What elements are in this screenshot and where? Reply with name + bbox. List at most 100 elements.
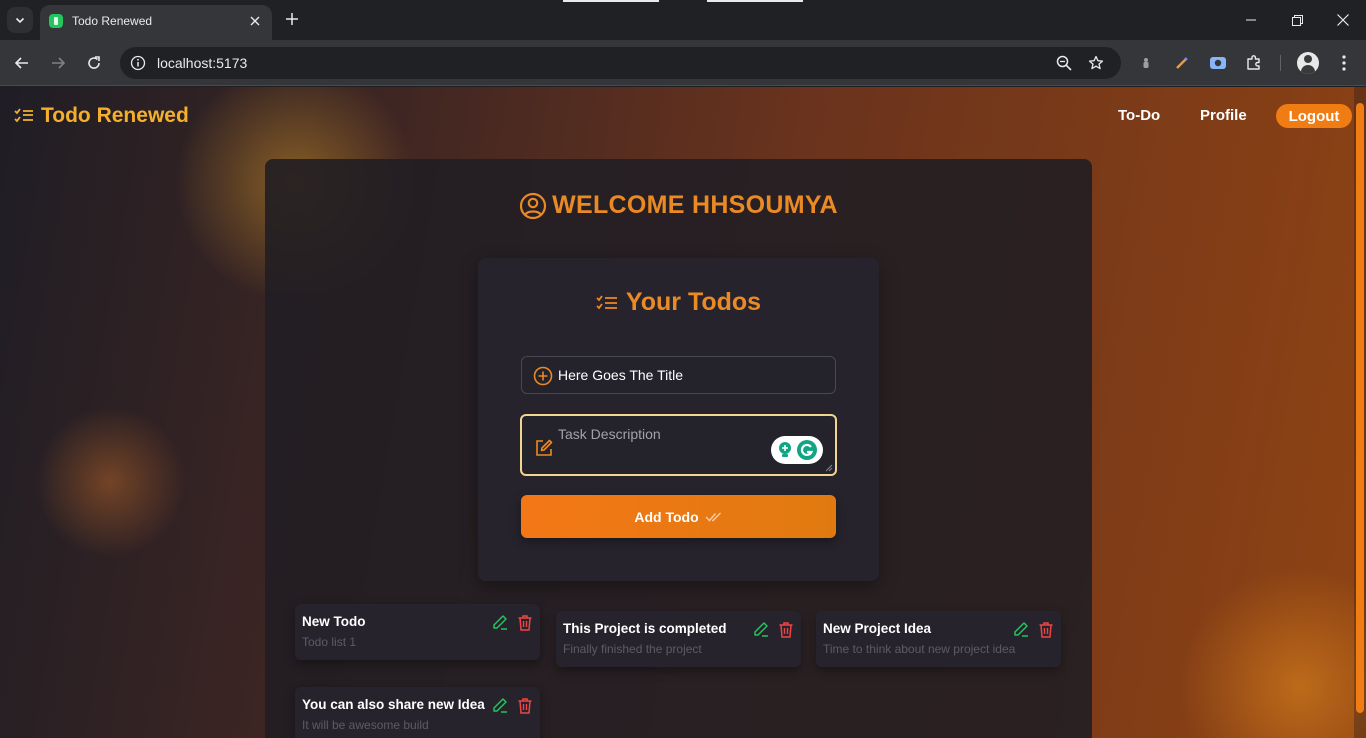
edit-button[interactable] (491, 613, 509, 631)
brand-name: Todo Renewed (41, 104, 189, 127)
extension-button[interactable] (1171, 52, 1193, 74)
edit-button[interactable] (1012, 620, 1030, 638)
zoom-icon (1056, 55, 1072, 71)
pencil-icon (493, 698, 507, 713)
todo-item-title: New Project Idea (823, 621, 932, 636)
address-bar[interactable]: localhost:5173 (120, 47, 1121, 79)
close-icon (250, 16, 260, 26)
nav-link-todo[interactable]: To-Do (1118, 107, 1160, 124)
edit-button[interactable] (752, 620, 770, 638)
checklist-icon (596, 294, 617, 309)
trash-icon (518, 697, 532, 714)
todo-item: New Todo Todo list 1 (295, 604, 540, 660)
minimize-button[interactable] (1236, 8, 1266, 32)
profile-avatar[interactable] (1297, 52, 1319, 74)
page-viewport: Todo Renewed To-Do Profile Logout WELCOM… (0, 87, 1366, 738)
tab-search-button[interactable] (7, 7, 33, 33)
grammarly-widget[interactable] (771, 436, 823, 464)
user-circle-icon (519, 192, 547, 219)
trash-icon (518, 614, 532, 631)
extension-dropper-icon (1143, 58, 1149, 68)
trash-icon (779, 621, 793, 638)
restore-icon (1291, 14, 1303, 26)
extensions-menu-button[interactable] (1243, 52, 1265, 74)
description-field (520, 414, 837, 476)
delete-button[interactable] (1037, 620, 1055, 638)
resize-grip-icon[interactable] (825, 464, 833, 472)
description-input[interactable] (558, 426, 798, 466)
title-input[interactable] (558, 357, 828, 393)
todo-item: New Project Idea Time to think about new… (816, 611, 1061, 667)
welcome-text: WELCOME HHSOUMYA (552, 191, 838, 219)
todo-form-heading: Your Todos (478, 288, 879, 317)
brand-logo[interactable]: Todo Renewed (14, 104, 189, 128)
star-icon (1088, 55, 1104, 70)
todo-item-title: New Todo (302, 614, 366, 629)
edit-note-icon (536, 439, 553, 456)
plus-circle-icon (533, 366, 553, 386)
add-todo-label: Add Todo (634, 508, 699, 525)
tab-close-button[interactable] (246, 12, 264, 30)
zoom-button[interactable] (1054, 53, 1074, 73)
checklist-icon (14, 108, 33, 123)
back-button[interactable] (10, 51, 34, 75)
site-info-button[interactable] (128, 53, 148, 73)
close-window-button[interactable] (1328, 8, 1358, 32)
pencil-icon (754, 622, 768, 637)
tab-title: Todo Renewed (72, 14, 153, 28)
todo-item-title: This Project is completed (563, 621, 727, 636)
delete-button[interactable] (777, 620, 795, 638)
browser-menu-button[interactable] (1333, 52, 1355, 74)
todo-item: You can also share new Idea It will be a… (295, 687, 540, 738)
url-text: localhost:5173 (157, 55, 248, 71)
scrollbar-thumb[interactable] (1356, 103, 1364, 713)
bookmark-button[interactable] (1086, 53, 1106, 73)
welcome-heading: WELCOME HHSOUMYA (265, 191, 1092, 220)
nav-link-profile[interactable]: Profile (1200, 107, 1247, 124)
title-field (521, 356, 836, 394)
edit-button[interactable] (491, 696, 509, 714)
browser-tab[interactable]: Todo Renewed (40, 5, 272, 40)
chevron-down-icon (15, 17, 25, 24)
lightbulb-icon (778, 442, 791, 457)
todo-item-description: It will be awesome build (302, 718, 429, 732)
puzzle-icon (1247, 55, 1260, 70)
extension-button[interactable] (1135, 52, 1157, 74)
new-tab-button[interactable] (281, 8, 303, 30)
add-todo-button[interactable]: Add Todo (521, 495, 836, 538)
browser-tab-bar: Todo Renewed (0, 0, 1366, 40)
delete-button[interactable] (516, 696, 534, 714)
forward-button[interactable] (46, 51, 70, 75)
toolbar-separator (1280, 55, 1281, 71)
color-pen-icon (1176, 57, 1188, 69)
trash-icon (1039, 621, 1053, 638)
browser-toolbar: localhost:5173 (0, 40, 1366, 86)
double-check-icon (705, 511, 721, 522)
arrow-left-icon (14, 57, 28, 69)
todo-form-card: Your Todos Add Todo (478, 258, 879, 581)
close-icon (1337, 14, 1349, 26)
todo-form-title: Your Todos (625, 288, 762, 316)
more-vertical-icon (1342, 55, 1346, 71)
delete-button[interactable] (516, 613, 534, 631)
reload-icon (88, 56, 100, 69)
grammarly-icon (796, 440, 817, 460)
minimize-icon (1246, 19, 1256, 21)
pencil-icon (493, 615, 507, 630)
logout-button[interactable]: Logout (1276, 104, 1352, 128)
todo-item-description: Todo list 1 (302, 635, 357, 649)
todo-item-title: You can also share new Idea (302, 697, 485, 712)
todo-item: This Project is completed Finally finish… (556, 611, 801, 667)
plus-icon (286, 13, 298, 25)
restore-button[interactable] (1282, 8, 1312, 32)
page-scrollbar[interactable] (1354, 87, 1366, 738)
arrow-right-icon (52, 57, 66, 69)
todo-item-description: Finally finished the project (563, 642, 702, 656)
extension-button[interactable] (1207, 52, 1229, 74)
info-icon (130, 55, 146, 71)
reload-button[interactable] (82, 51, 106, 75)
pencil-icon (1014, 622, 1028, 637)
window-drag-strip (563, 0, 659, 2)
app-favicon-icon (49, 14, 63, 28)
todo-item-description: Time to think about new project idea (823, 642, 1016, 656)
